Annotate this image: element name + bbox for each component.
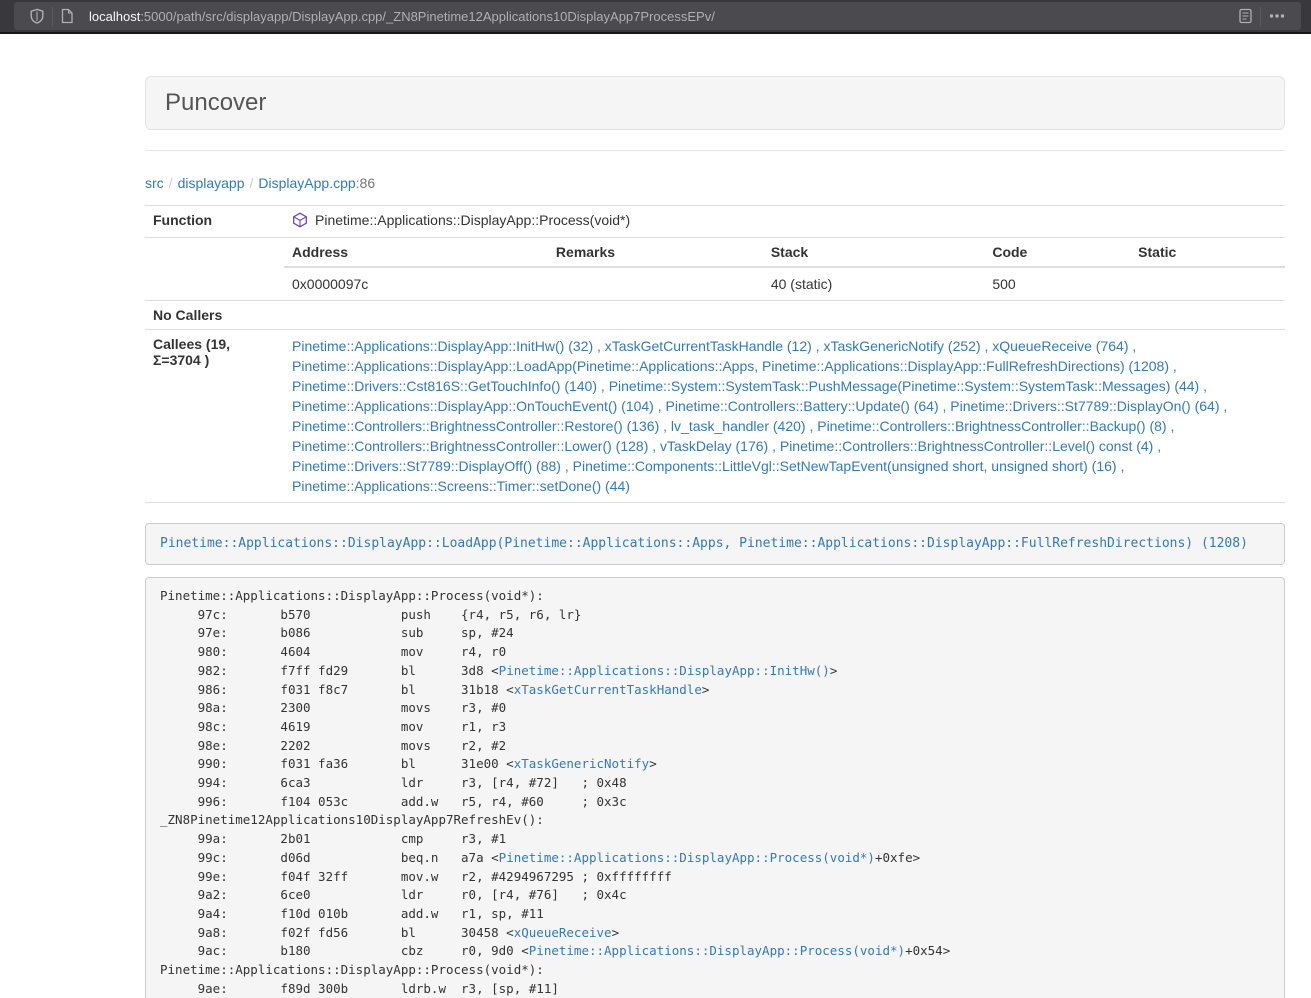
callee-link[interactable]: xQueueReceive (764)	[992, 338, 1128, 354]
page-identity-icon[interactable]	[53, 8, 81, 24]
function-row: Function Pinetime::Applications::Display…	[145, 206, 1285, 238]
callee-link[interactable]: lv_task_handler (420)	[671, 418, 806, 434]
callee-link[interactable]: Pinetime::Applications::DisplayApp::Init…	[292, 338, 593, 354]
function-name: Pinetime::Applications::DisplayApp::Proc…	[315, 212, 630, 228]
callees-list: Pinetime::Applications::DisplayApp::Init…	[284, 330, 1285, 503]
stats-value-static	[1130, 267, 1285, 300]
disassembly-symbol-link[interactable]: xQueueReceive	[514, 925, 612, 940]
breadcrumb-separator: /	[245, 175, 259, 191]
callee-link[interactable]: Pinetime::Controllers::BrightnessControl…	[780, 438, 1153, 454]
browser-toolbar: localhost:5000/path/src/displayapp/Displ…	[0, 0, 1311, 34]
highlighted-symbol-panel: Pinetime::Applications::DisplayApp::Load…	[145, 523, 1285, 565]
breadcrumb-link-src[interactable]: src	[145, 175, 164, 191]
stats-col-address: Address	[284, 238, 548, 267]
page-actions-menu-icon[interactable]	[1261, 8, 1293, 24]
callee-link[interactable]: Pinetime::Applications::DisplayApp::OnTo…	[292, 398, 654, 414]
reader-mode-icon[interactable]	[1231, 8, 1260, 24]
app-title-panel: Puncover	[145, 76, 1285, 130]
symbol-cube-icon	[292, 212, 308, 231]
stats-col-remarks: Remarks	[548, 238, 763, 267]
callees-label: Callees (19, Σ=3704 )	[145, 330, 284, 503]
disassembly-listing: Pinetime::Applications::DisplayApp::Proc…	[145, 577, 1285, 998]
stats-row: AddressRemarksStackCodeStatic 0x0000097c…	[145, 238, 1285, 301]
tracking-protection-shield-icon[interactable]	[22, 8, 52, 24]
no-callers-label: No Callers	[145, 301, 284, 330]
callee-link[interactable]: vTaskDelay (176)	[660, 438, 768, 454]
callee-link[interactable]: Pinetime::System::SystemTask::PushMessag…	[609, 378, 1200, 394]
breadcrumb-separator: /	[164, 175, 178, 191]
callee-link[interactable]: Pinetime::Controllers::Battery::Update()…	[666, 398, 939, 414]
callee-link[interactable]: Pinetime::Drivers::Cst816S::GetTouchInfo…	[292, 378, 597, 394]
disassembly-symbol-link[interactable]: xTaskGenericNotify	[514, 756, 649, 771]
function-info-table: Function Pinetime::Applications::Display…	[145, 205, 1285, 503]
page-title: Puncover	[165, 89, 266, 116]
stats-value-stack: 40 (static)	[763, 267, 985, 300]
breadcrumb-link-displayapp[interactable]: displayapp	[178, 175, 245, 191]
disassembly-symbol-link[interactable]: Pinetime::Applications::DisplayApp::Proc…	[529, 943, 905, 958]
url-host: localhost	[89, 9, 140, 24]
callee-link[interactable]: Pinetime::Controllers::BrightnessControl…	[292, 438, 648, 454]
callee-link[interactable]: Pinetime::Components::LittleVgl::SetNewT…	[573, 458, 1117, 474]
callee-link[interactable]: xTaskGenericNotify (252)	[823, 338, 980, 354]
url-path: :5000/path/src/displayapp/DisplayApp.cpp…	[140, 9, 715, 24]
stats-value-address: 0x0000097c	[284, 267, 548, 300]
stats-col-stack: Stack	[763, 238, 985, 267]
callee-link[interactable]: Pinetime::Applications::DisplayApp::Load…	[292, 358, 1169, 374]
url-bar[interactable]: localhost:5000/path/src/displayapp/Displ…	[14, 2, 1301, 30]
callee-link[interactable]: Pinetime::Drivers::St7789::DisplayOff() …	[292, 458, 561, 474]
callee-link[interactable]: xTaskGetCurrentTaskHandle (12)	[605, 338, 812, 354]
function-row-label: Function	[145, 206, 284, 238]
main-content: Puncover src/displayapp/DisplayApp.cpp:8…	[145, 76, 1285, 998]
callee-link[interactable]: Pinetime::Controllers::BrightnessControl…	[817, 418, 1166, 434]
stats-header-row: AddressRemarksStackCodeStatic	[284, 238, 1285, 267]
stats-col-static: Static	[1130, 238, 1285, 267]
callee-link[interactable]: Pinetime::Applications::Screens::Timer::…	[292, 478, 630, 494]
stats-value-row: 0x0000097c 40 (static)500	[284, 267, 1285, 300]
stats-value-remarks	[548, 267, 763, 300]
callees-row: Callees (19, Σ=3704 ) Pinetime::Applicat…	[145, 330, 1285, 503]
disassembly-symbol-link[interactable]: Pinetime::Applications::DisplayApp::Proc…	[499, 850, 875, 865]
callee-link[interactable]: Pinetime::Drivers::St7789::DisplayOn() (…	[950, 398, 1219, 414]
stats-value-code: 500	[984, 267, 1130, 300]
stats-col-code: Code	[984, 238, 1130, 267]
breadcrumb-line-number: :86	[356, 175, 375, 191]
disassembly-symbol-link[interactable]: Pinetime::Applications::DisplayApp::Init…	[499, 663, 830, 678]
divider	[145, 150, 1285, 151]
url-text[interactable]: localhost:5000/path/src/displayapp/Displ…	[89, 9, 1231, 24]
no-callers-row: No Callers	[145, 301, 1285, 330]
stats-table: AddressRemarksStackCodeStatic 0x0000097c…	[284, 238, 1285, 300]
breadcrumb: src/displayapp/DisplayApp.cpp:86	[145, 175, 1285, 191]
highlighted-symbol-link[interactable]: Pinetime::Applications::DisplayApp::Load…	[160, 536, 1248, 551]
breadcrumb-link-displayapp-cpp[interactable]: DisplayApp.cpp	[258, 175, 355, 191]
disassembly-symbol-link[interactable]: xTaskGetCurrentTaskHandle	[514, 682, 702, 697]
callee-link[interactable]: Pinetime::Controllers::BrightnessControl…	[292, 418, 659, 434]
